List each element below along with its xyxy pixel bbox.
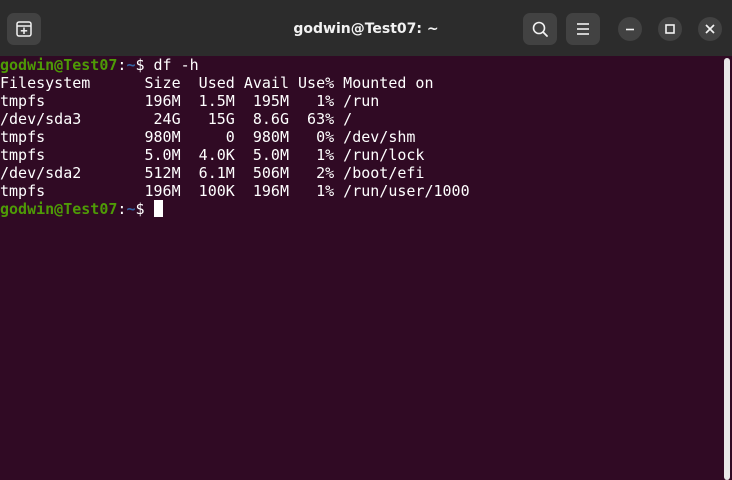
command-text: df -h (153, 56, 199, 74)
search-icon (532, 21, 548, 37)
prompt-symbol: $ (135, 56, 154, 74)
prompt-line: godwin@Test07:~$ (0, 200, 163, 218)
minimize-icon (626, 28, 634, 31)
close-icon (705, 24, 715, 34)
new-tab-button[interactable] (7, 13, 41, 45)
maximize-button[interactable] (658, 17, 682, 41)
menu-button[interactable] (566, 13, 600, 45)
minimize-button[interactable] (618, 17, 642, 41)
output-row: tmpfs 5.0M 4.0K 5.0M 1% /run/lock (0, 146, 425, 164)
scrollbar[interactable] (723, 56, 732, 480)
search-button[interactable] (523, 13, 557, 45)
output-row: tmpfs 196M 1.5M 195M 1% /run (0, 92, 380, 110)
hamburger-menu-icon (577, 23, 589, 35)
terminal-output: godwin@Test07:~$ df -h Filesystem Size U… (0, 56, 470, 218)
terminal-window: godwin@Test07: ~ godwin@Test07:~$ df -h … (0, 0, 732, 480)
output-row: tmpfs 980M 0 980M 0% /dev/shm (0, 128, 416, 146)
prompt-symbol: $ (135, 200, 154, 218)
maximize-icon (665, 24, 675, 34)
text-cursor (153, 200, 163, 217)
output-row: /dev/sda2 512M 6.1M 506M 2% /boot/efi (0, 164, 425, 182)
output-row: tmpfs 196M 100K 196M 1% /run/user/1000 (0, 182, 470, 200)
title-bar[interactable]: godwin@Test07: ~ (0, 0, 732, 56)
new-tab-icon (16, 21, 32, 37)
scrollbar-thumb[interactable] (724, 58, 730, 480)
prompt-user: godwin@Test07 (0, 200, 118, 218)
close-button[interactable] (698, 17, 722, 41)
terminal-area[interactable]: godwin@Test07:~$ df -h Filesystem Size U… (0, 56, 722, 480)
prompt-user: godwin@Test07 (0, 56, 118, 74)
output-header: Filesystem Size Used Avail Use% Mounted … (0, 74, 434, 92)
output-row: /dev/sda3 24G 15G 8.6G 63% / (0, 110, 353, 128)
prompt-line: godwin@Test07:~$ df -h (0, 56, 199, 74)
